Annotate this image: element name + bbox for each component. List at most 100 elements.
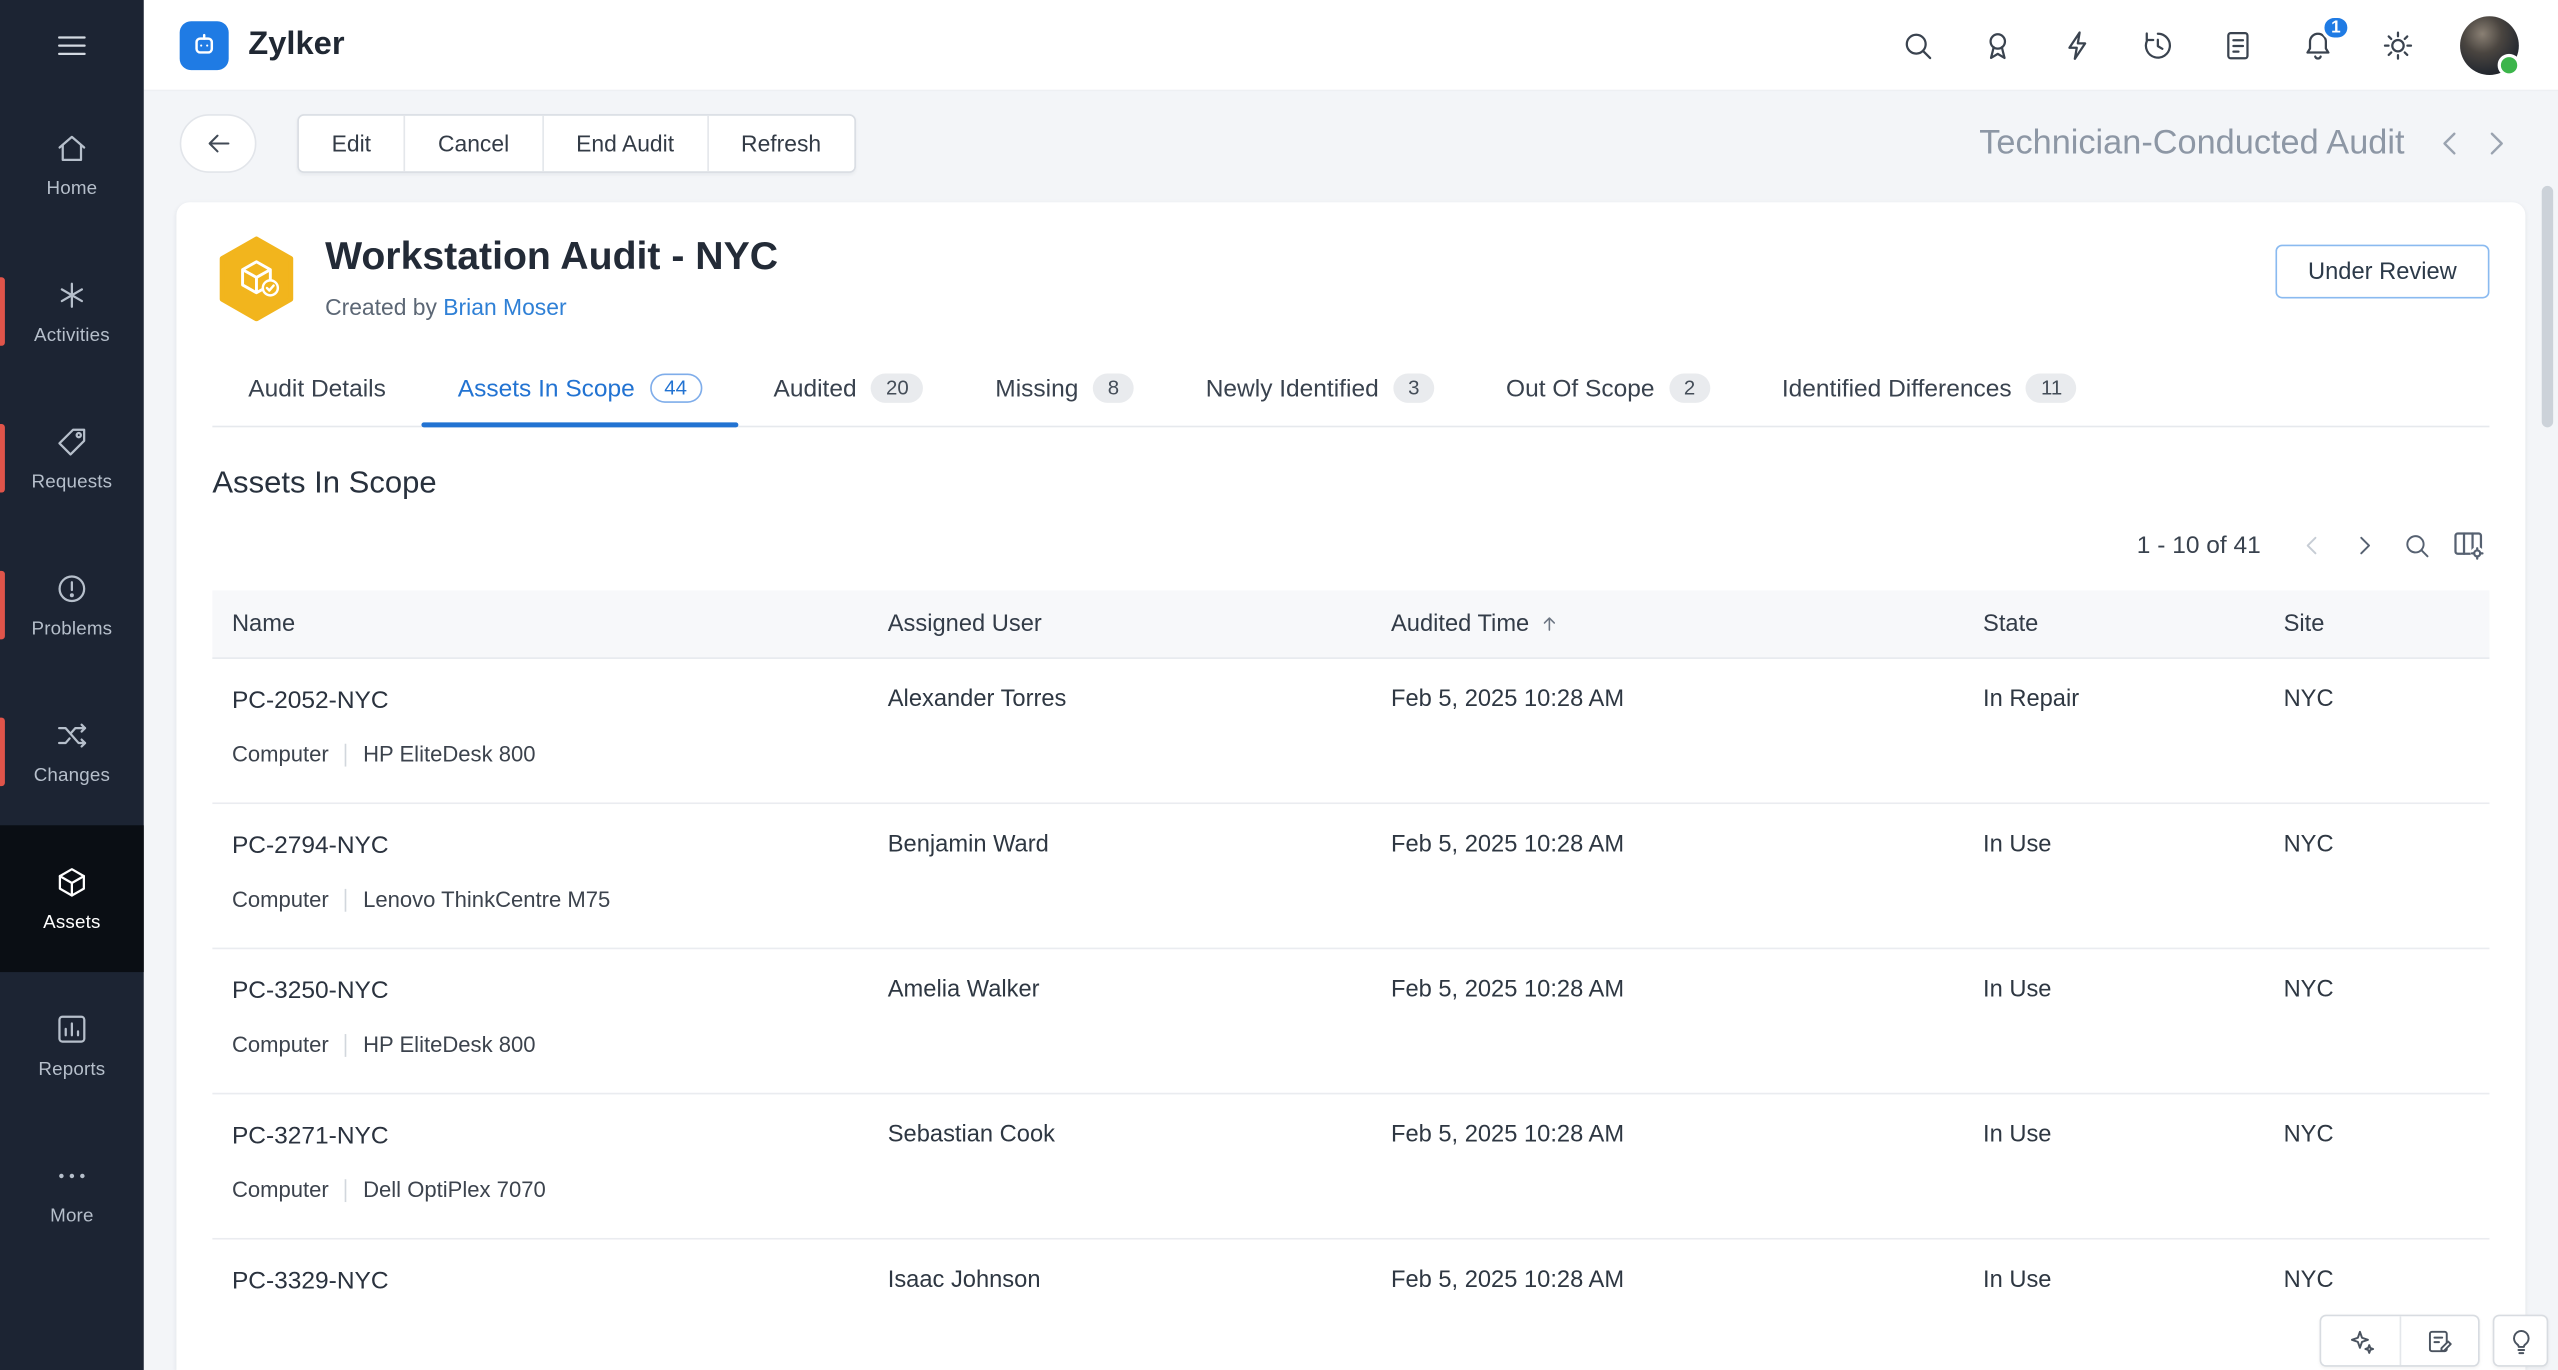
state-cell: In Use: [1983, 976, 2052, 1004]
tab-audited[interactable]: Audited 20: [738, 354, 960, 426]
hamburger-menu-icon[interactable]: [0, 0, 144, 91]
tab-assets-in-scope[interactable]: Assets In Scope 44: [421, 354, 739, 428]
table-row[interactable]: PC-2052-NYC Computer HP EliteDesk 800 Al…: [212, 659, 2490, 805]
end-audit-button[interactable]: End Audit: [543, 115, 709, 172]
settings-icon[interactable]: [2380, 27, 2416, 63]
sidebar-item-more[interactable]: More: [0, 1119, 144, 1266]
feedback-note-icon[interactable]: [2399, 1316, 2478, 1366]
assistant-icon[interactable]: [2321, 1316, 2399, 1365]
audited-time-cell: Feb 5, 2025 10:28 AM: [1390, 1267, 1625, 1294]
column-header-state[interactable]: State: [1963, 611, 2264, 637]
table-row[interactable]: PC-3250-NYC Computer HP EliteDesk 800 Am…: [212, 949, 2490, 1095]
tab-count: 44: [649, 373, 702, 403]
problems-icon: [54, 571, 90, 607]
column-settings-icon[interactable]: [2447, 525, 2489, 564]
nav-indicator: [0, 424, 5, 493]
tab-count: 11: [2026, 373, 2077, 403]
sidebar-item-label: Assets: [43, 913, 101, 933]
assets-icon: [54, 864, 90, 900]
site-cell: NYC: [2283, 1267, 2334, 1294]
tab-identified-differences[interactable]: Identified Differences 11: [1746, 354, 2113, 426]
quick-add-icon[interactable]: [2060, 27, 2096, 63]
asset-product: HP EliteDesk 800: [363, 742, 536, 767]
topbar: Zylker 1: [143, 0, 2558, 92]
edit-button[interactable]: Edit: [299, 115, 406, 172]
asset-name[interactable]: PC-2794-NYC: [232, 832, 868, 860]
lightbulb-icon[interactable]: [2494, 1316, 2546, 1365]
whats-new-icon[interactable]: [1980, 27, 2016, 63]
assigned-user-cell: Amelia Walker: [887, 976, 1040, 1004]
refresh-button[interactable]: Refresh: [708, 116, 853, 171]
page-previous-icon[interactable]: [2290, 525, 2332, 564]
notifications-icon[interactable]: 1: [2300, 13, 2351, 63]
status-badge[interactable]: Under Review: [2275, 244, 2490, 299]
asset-product: Lenovo ThinkCentre M75: [363, 887, 611, 912]
cancel-button[interactable]: Cancel: [405, 115, 544, 172]
tab-missing[interactable]: Missing 8: [959, 354, 1169, 426]
sidebar-item-activities[interactable]: Activities: [0, 238, 144, 385]
tab-out-of-scope[interactable]: Out Of Scope 2: [1470, 354, 1746, 426]
asset-product-type: Computer: [231, 887, 329, 912]
tab-count: 2: [1669, 373, 1710, 403]
asset-subtitle: Computer HP EliteDesk 800: [232, 1032, 868, 1056]
sidebar-item-problems[interactable]: Problems: [0, 532, 144, 679]
sidebar-item-reports[interactable]: Reports: [0, 972, 144, 1119]
column-header-site[interactable]: Site: [2264, 611, 2489, 637]
audit-hexagon-icon: [219, 236, 294, 322]
created-by-line: Created by Brian Moser: [325, 293, 567, 320]
sidebar-item-assets[interactable]: Assets: [0, 825, 144, 973]
table-row[interactable]: PC-3329-NYC Isaac Johnson Feb 5, 2025 10…: [212, 1240, 2489, 1370]
audit-card: Workstation Audit - NYC Created by Brian…: [176, 202, 2526, 1370]
tab-count: 8: [1093, 373, 1134, 403]
asset-name[interactable]: PC-3329-NYC: [232, 1267, 868, 1295]
tab-count: 20: [871, 373, 924, 403]
table-row[interactable]: PC-3271-NYC Computer Dell OptiPlex 7070 …: [212, 1094, 2490, 1240]
tab-newly-identified[interactable]: Newly Identified 3: [1170, 354, 1470, 426]
site-cell: NYC: [2283, 831, 2334, 858]
column-header-name[interactable]: Name: [212, 611, 868, 637]
created-by-link[interactable]: Brian Moser: [443, 294, 566, 320]
previous-record-icon[interactable]: [2431, 124, 2470, 163]
sidebar-item-label: Activities: [33, 326, 110, 346]
asset-name[interactable]: PC-3271-NYC: [232, 1122, 868, 1150]
list-controls: 1 - 10 of 41: [212, 525, 2489, 564]
audited-time-cell: Feb 5, 2025 10:28 AM: [1390, 831, 1625, 858]
user-avatar[interactable]: [2460, 15, 2521, 76]
search-icon[interactable]: [1900, 27, 1936, 63]
more-icon: [54, 1158, 90, 1194]
table-body: PC-2052-NYC Computer HP EliteDesk 800 Al…: [212, 659, 2490, 1370]
assigned-user-cell: Benjamin Ward: [887, 831, 1049, 858]
column-header-audited-time[interactable]: Audited Time: [1371, 611, 1963, 637]
sidebar-item-changes[interactable]: Changes: [0, 678, 144, 825]
history-icon[interactable]: [2140, 27, 2176, 63]
content-area: Edit Cancel End Audit Refresh Technician…: [144, 91, 2558, 1370]
audited-time-cell: Feb 5, 2025 10:28 AM: [1390, 976, 1625, 1004]
assigned-user-cell: Sebastian Cook: [887, 1122, 1055, 1149]
asset-product: Dell OptiPlex 7070: [363, 1177, 546, 1203]
audit-type-title: Technician-Conducted Audit: [1979, 123, 2405, 162]
sidebar-item-requests[interactable]: Requests: [0, 385, 144, 532]
divider: [345, 742, 347, 766]
page-next-icon[interactable]: [2342, 525, 2384, 564]
asset-name[interactable]: PC-2052-NYC: [232, 687, 868, 715]
back-button[interactable]: [179, 114, 257, 173]
next-record-icon[interactable]: [2476, 124, 2515, 163]
vertical-scrollbar[interactable]: [2541, 185, 2554, 428]
changes-icon: [54, 718, 90, 754]
table-row[interactable]: PC-2794-NYC Computer Lenovo ThinkCentre …: [212, 804, 2490, 950]
asset-subtitle: Computer Dell OptiPlex 7070: [232, 1178, 868, 1202]
column-header-assigned-user[interactable]: Assigned User: [868, 611, 1371, 637]
audit-action-buttons: Edit Cancel End Audit Refresh: [297, 114, 856, 173]
main-area: Zylker 1 Edit Cancel End Audit Refresh T…: [143, 0, 2558, 1370]
site-cell: NYC: [2283, 976, 2334, 1004]
sidebar: Home Activities Requests Problems Change…: [0, 0, 144, 1370]
asset-name[interactable]: PC-3250-NYC: [232, 977, 868, 1005]
list-search-icon[interactable]: [2395, 525, 2437, 564]
notification-badge: 1: [2321, 13, 2351, 40]
feedback-icon[interactable]: [2220, 27, 2256, 63]
audited-time-cell: Feb 5, 2025 10:28 AM: [1390, 1122, 1625, 1149]
site-cell: NYC: [2283, 1122, 2334, 1149]
tab-audit-details[interactable]: Audit Details: [212, 354, 421, 426]
page-title: Workstation Audit - NYC: [325, 234, 779, 279]
sidebar-item-home[interactable]: Home: [0, 91, 144, 238]
